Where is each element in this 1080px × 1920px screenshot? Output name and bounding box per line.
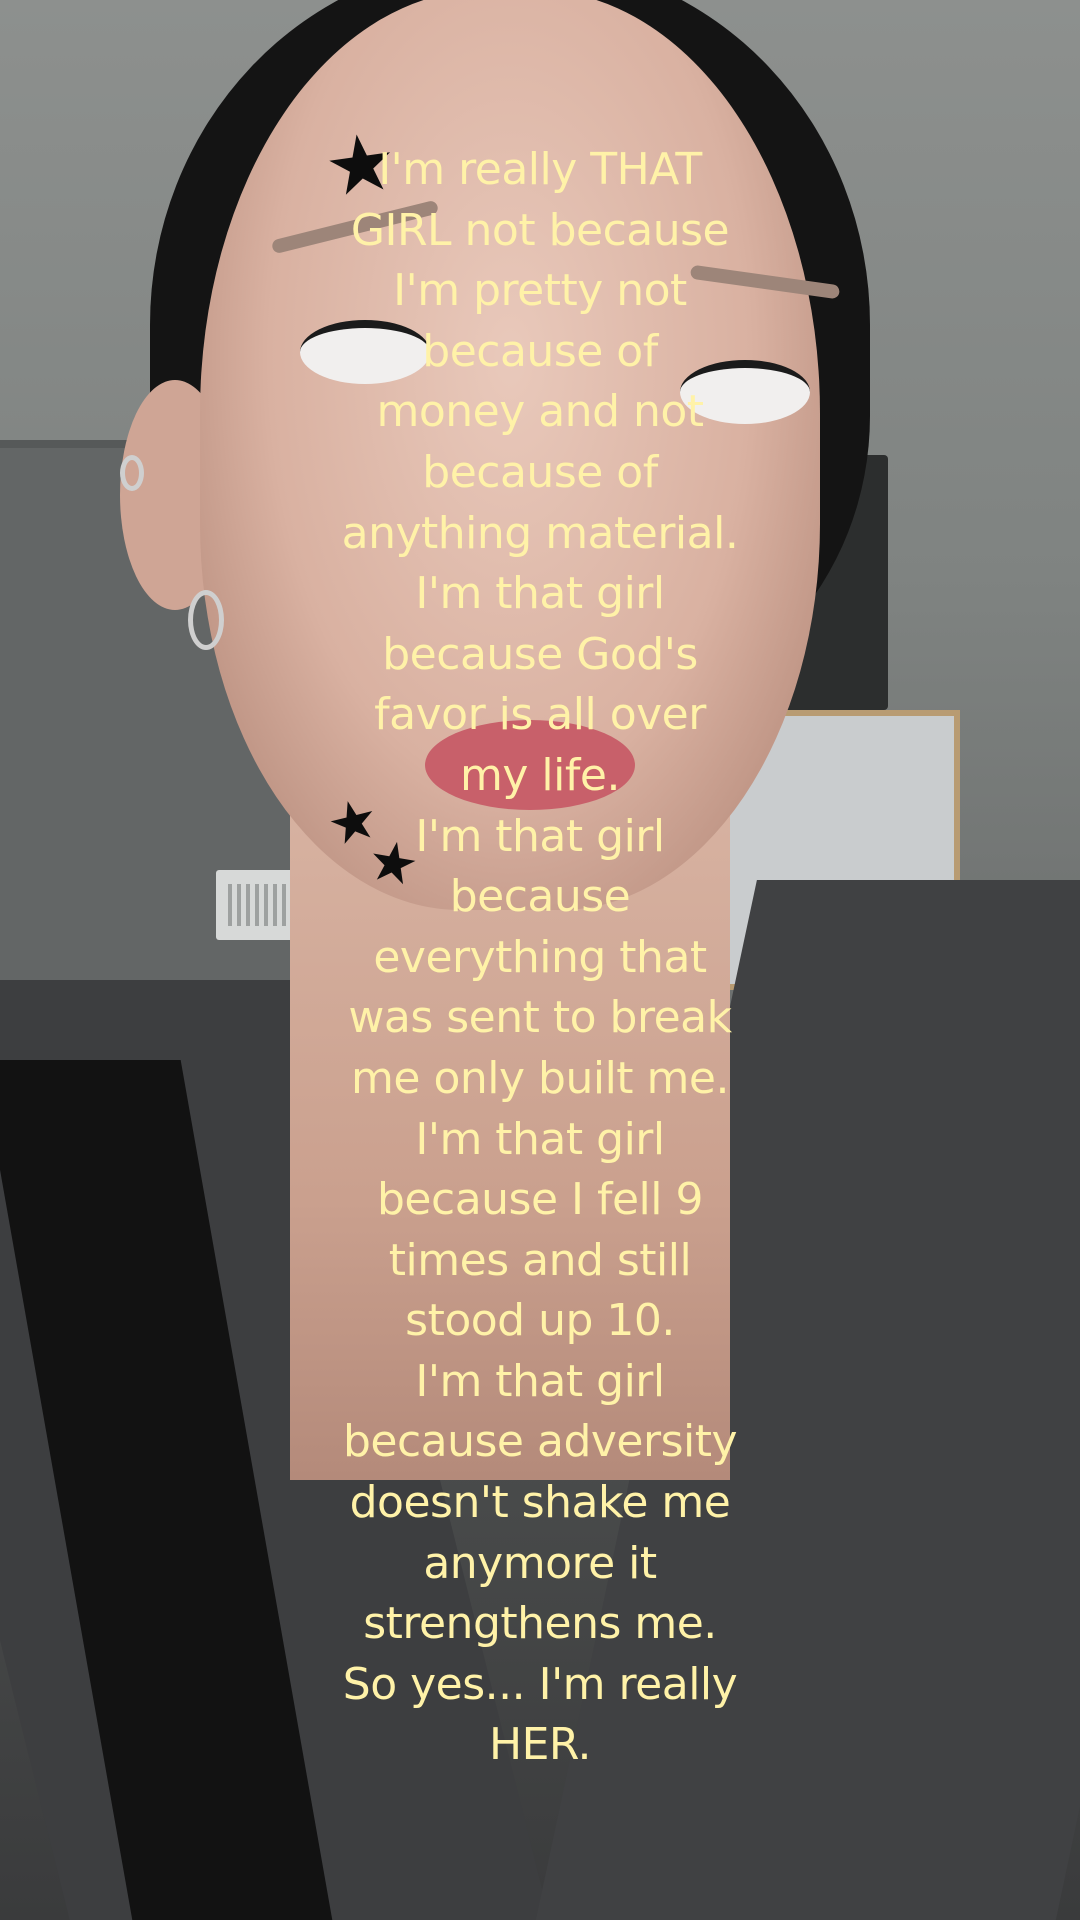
- caption-line: I'm that girl: [415, 1113, 665, 1165]
- caption-line: I'm pretty not: [393, 265, 687, 317]
- caption-line: because God's: [382, 628, 698, 680]
- caption-line: because adversity: [342, 1416, 738, 1468]
- caption-line: because of: [422, 325, 658, 377]
- caption-line: So yes... I'm really: [342, 1658, 738, 1710]
- caption-line: was sent to break: [348, 992, 732, 1044]
- caption-line: times and still: [388, 1234, 692, 1286]
- caption-line: anymore it: [423, 1537, 657, 1589]
- caption-line: doesn't shake me: [349, 1477, 731, 1529]
- caption-line: stood up 10.: [405, 1295, 675, 1347]
- caption-line: because of: [422, 446, 658, 498]
- hoop-earring: [188, 590, 224, 650]
- caption-line: HER.: [489, 1719, 591, 1771]
- caption-line: I'm really THAT: [378, 144, 702, 195]
- caption-line: GIRL not because: [350, 204, 730, 256]
- caption-line: everything that: [373, 931, 707, 983]
- caption-line: money and not: [376, 386, 704, 438]
- caption-line: I'm that girl: [415, 1355, 665, 1407]
- video-frame[interactable]: ★ ★ ★ I'm really THAT GIRL not because I…: [0, 0, 1080, 1920]
- caption-line: favor is all over: [374, 689, 706, 741]
- caption-line: I'm that girl: [415, 810, 665, 862]
- small-earring: [120, 455, 144, 491]
- video-caption: I'm really THAT GIRL not because I'm pre…: [290, 140, 790, 1776]
- caption-line: anything material.: [341, 507, 739, 559]
- caption-line: my life.: [460, 749, 620, 801]
- caption-line: because: [449, 871, 631, 923]
- caption-line: me only built me.: [351, 1052, 729, 1104]
- caption-line: strengthens me.: [363, 1598, 717, 1650]
- caption-line: because I fell 9: [377, 1174, 703, 1226]
- caption-line: I'm that girl: [415, 568, 665, 620]
